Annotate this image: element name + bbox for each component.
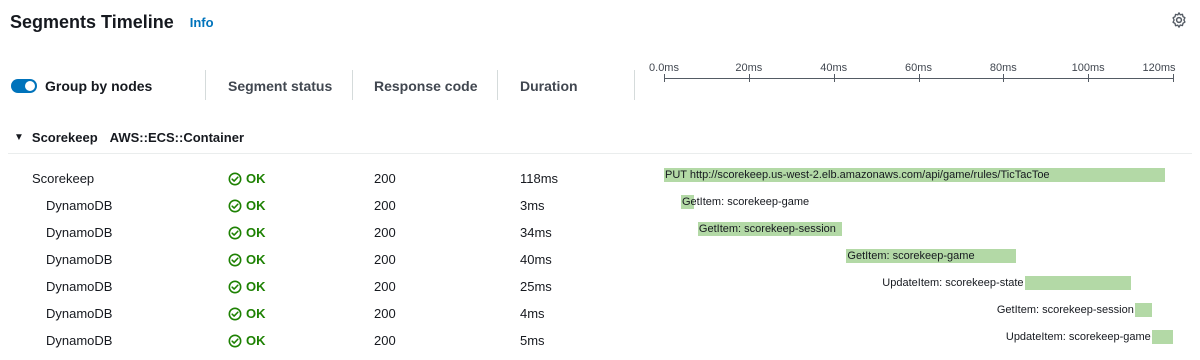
check-circle-icon — [228, 172, 242, 185]
duration-value: 118ms — [520, 171, 559, 186]
table-row[interactable]: DynamoDB OK 200 3ms GetItem: scorekeep-game — [0, 193, 1200, 219]
check-circle-icon — [228, 280, 242, 293]
table-row[interactable]: DynamoDB OK 200 25ms UpdateItem: scorekeep-s… — [0, 274, 1200, 300]
timeline-bar[interactable] — [1151, 330, 1173, 344]
response-code: 200 — [374, 198, 396, 213]
status-text: OK — [246, 306, 266, 321]
timeline-bar-label: UpdateItem: scorekeep-game — [1005, 331, 1151, 343]
check-circle-icon — [228, 307, 242, 320]
timeline-bar-label: GetItem: scorekeep-session — [698, 223, 836, 235]
timeline-bar[interactable] — [1024, 276, 1131, 290]
table-row[interactable]: Scorekeep OK 200 118ms PUT http://scorekeep.… — [0, 166, 1200, 192]
panel-header: Segments Timeline Info — [10, 10, 214, 34]
column-header-duration: Duration — [520, 78, 578, 94]
table-row[interactable]: DynamoDB OK 200 40ms GetItem: scorekeep-game — [0, 247, 1200, 273]
axis-tick-label: 60ms — [905, 62, 932, 74]
segment-status: OK — [228, 279, 266, 294]
segment-name[interactable]: DynamoDB — [46, 198, 112, 213]
timeline-bar-label: PUT http://scorekeep.us-west-2.elb.amazo… — [665, 169, 1050, 181]
axis-tick — [1003, 74, 1005, 82]
toggle-label: Group by nodes — [45, 78, 153, 94]
table-row[interactable]: DynamoDB OK 200 34ms GetItem: scorekeep-sess… — [0, 220, 1200, 246]
segment-status: OK — [228, 198, 266, 213]
column-divider — [634, 70, 635, 100]
column-divider — [352, 70, 353, 100]
timeline-bar[interactable] — [1134, 303, 1152, 317]
timeline-bar-label: UpdateItem: scorekeep-state — [882, 277, 1024, 289]
group-by-nodes-toggle[interactable]: Group by nodes — [11, 78, 152, 94]
status-text: OK — [246, 252, 266, 267]
axis-tick-label: 120ms — [1142, 62, 1176, 74]
response-code: 200 — [374, 252, 396, 267]
axis-tick-label: 100ms — [1071, 62, 1105, 74]
axis-tick — [1088, 74, 1090, 82]
response-code: 200 — [374, 279, 396, 294]
segment-name[interactable]: DynamoDB — [46, 333, 112, 348]
segment-status: OK — [228, 306, 266, 321]
axis-tick — [664, 74, 665, 82]
segment-name[interactable]: DynamoDB — [46, 279, 112, 294]
toggle-switch[interactable] — [11, 79, 37, 93]
axis-tick — [748, 74, 750, 82]
caret-down-icon[interactable]: ▼ — [14, 132, 24, 143]
duration-value: 34ms — [520, 225, 552, 240]
duration-value: 4ms — [520, 306, 545, 321]
column-header-response: Response code — [374, 78, 478, 94]
axis-tick-label: 20ms — [735, 62, 763, 74]
segment-status: OK — [228, 171, 266, 186]
segment-name[interactable]: Scorekeep — [32, 171, 94, 186]
duration-value: 3ms — [520, 198, 545, 213]
node-group-header[interactable]: ▼ Scorekeep AWS::ECS::Container — [14, 130, 244, 145]
group-name: Scorekeep — [31, 130, 98, 145]
segment-status: OK — [228, 225, 266, 240]
status-text: OK — [246, 333, 266, 348]
status-text: OK — [246, 225, 266, 240]
segment-name[interactable]: DynamoDB — [46, 225, 112, 240]
timeline-bar-label: GetItem: scorekeep-session — [996, 304, 1134, 316]
segment-name[interactable]: DynamoDB — [46, 306, 112, 321]
axis-tick — [918, 74, 920, 82]
page-title: Segments Timeline — [10, 11, 174, 32]
table-row[interactable]: DynamoDB OK 200 4ms GetItem: scorekeep-sessi… — [0, 301, 1200, 327]
check-circle-icon — [228, 226, 242, 239]
response-code: 200 — [374, 225, 396, 240]
axis-tick-label: 40ms — [820, 62, 848, 74]
response-code: 200 — [374, 171, 396, 186]
status-text: OK — [246, 198, 266, 213]
segment-name[interactable]: DynamoDB — [46, 252, 112, 267]
table-row[interactable]: DynamoDB OK 200 5ms UpdateItem: scorekeep-ga… — [0, 328, 1200, 354]
response-code: 200 — [374, 333, 396, 348]
divider — [8, 153, 1192, 154]
gear-icon[interactable] — [1170, 11, 1188, 29]
segment-status: OK — [228, 333, 266, 348]
axis-tick-label: 0.0ms — [649, 62, 679, 74]
column-header-status: Segment status — [228, 78, 333, 94]
duration-value: 5ms — [520, 333, 545, 348]
group-type: AWS::ECS::Container — [109, 130, 245, 145]
timeline-bar-label: GetItem: scorekeep-game — [681, 196, 810, 208]
segment-status: OK — [228, 252, 266, 267]
column-divider — [205, 70, 206, 100]
response-code: 200 — [374, 306, 396, 321]
axis-tick-label: 80ms — [989, 62, 1017, 74]
column-divider — [497, 70, 498, 100]
axis-tick — [1173, 74, 1174, 82]
axis-tick — [833, 74, 835, 82]
duration-value: 25ms — [520, 279, 552, 294]
info-link[interactable]: Info — [190, 15, 214, 30]
timeline-bar-label: GetItem: scorekeep-game — [847, 250, 975, 262]
check-circle-icon — [228, 253, 242, 266]
status-text: OK — [246, 171, 266, 186]
status-text: OK — [246, 279, 266, 294]
timeline-axis: 0.0ms 20ms 40ms 60ms 80ms 100ms 120ms — [649, 62, 1176, 86]
check-circle-icon — [228, 199, 242, 212]
duration-value: 40ms — [520, 252, 552, 267]
check-circle-icon — [228, 334, 242, 347]
